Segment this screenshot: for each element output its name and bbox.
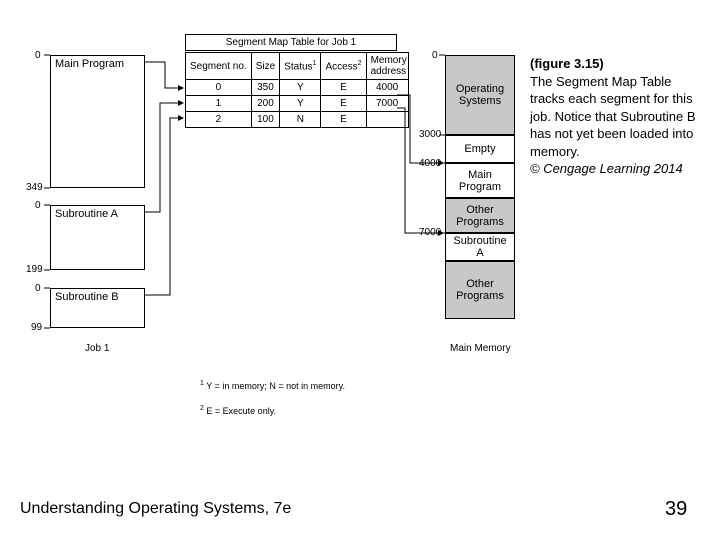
segment-map-table: Segment no. Size Status1 Access2 Memory … [185, 52, 409, 128]
suba-start: 0 [35, 200, 41, 211]
mem-4000: 4000 [419, 158, 441, 169]
subroutine-a-block: Subroutine A [50, 205, 145, 270]
caption-title: (figure 3.15) [530, 55, 700, 73]
figure-caption: (figure 3.15) The Segment Map Table trac… [530, 55, 700, 178]
mem-empty: Empty [445, 135, 515, 163]
mem-suba: Subroutine A [445, 233, 515, 261]
main-program-label: Main Program [55, 58, 124, 70]
footnote-2: 2 E = Execute only. [200, 405, 276, 416]
mem-other1: Other Programs [445, 198, 515, 233]
main-end: 349 [26, 182, 43, 193]
mem-main: Main Program [445, 163, 515, 198]
main-program-block: Main Program [50, 55, 145, 188]
subroutine-b-block: Subroutine B [50, 288, 145, 328]
suba-end: 199 [26, 264, 43, 275]
subroutine-b-label: Subroutine B [55, 291, 119, 303]
mem-7000: 7000 [419, 227, 441, 238]
smt-title: Segment Map Table for Job 1 [185, 34, 397, 51]
footnote-1: 1 Y = in memory; N = not in memory. [200, 380, 345, 391]
table-row: 2100NE [186, 112, 409, 128]
smt-h-seg: Segment no. [186, 53, 252, 80]
mem-3000: 3000 [419, 129, 441, 140]
subb-start: 0 [35, 283, 41, 294]
mem-other2: Other Programs [445, 261, 515, 319]
job1-caption: Job 1 [85, 343, 109, 354]
mem-0: 0 [432, 50, 438, 61]
page-number: 39 [665, 498, 687, 521]
mem-caption: Main Memory [450, 343, 511, 354]
smt-h-access: Access2 [321, 53, 366, 80]
caption-body: The Segment Map Table tracks each segmen… [530, 73, 700, 161]
table-row: 0350YE4000 [186, 80, 409, 96]
caption-credit: © Cengage Learning 2014 [530, 160, 700, 178]
smt-h-status: Status1 [280, 53, 321, 80]
footer-title: Understanding Operating Systems, 7e [20, 500, 291, 518]
mem-os: Operating Systems [445, 55, 515, 135]
smt-h-addr: Memory address [366, 53, 408, 80]
main-start: 0 [35, 50, 41, 61]
subroutine-a-label: Subroutine A [55, 208, 118, 220]
smt-h-size: Size [251, 53, 279, 80]
subb-end: 99 [31, 322, 42, 333]
table-row: 1200YE7000 [186, 96, 409, 112]
